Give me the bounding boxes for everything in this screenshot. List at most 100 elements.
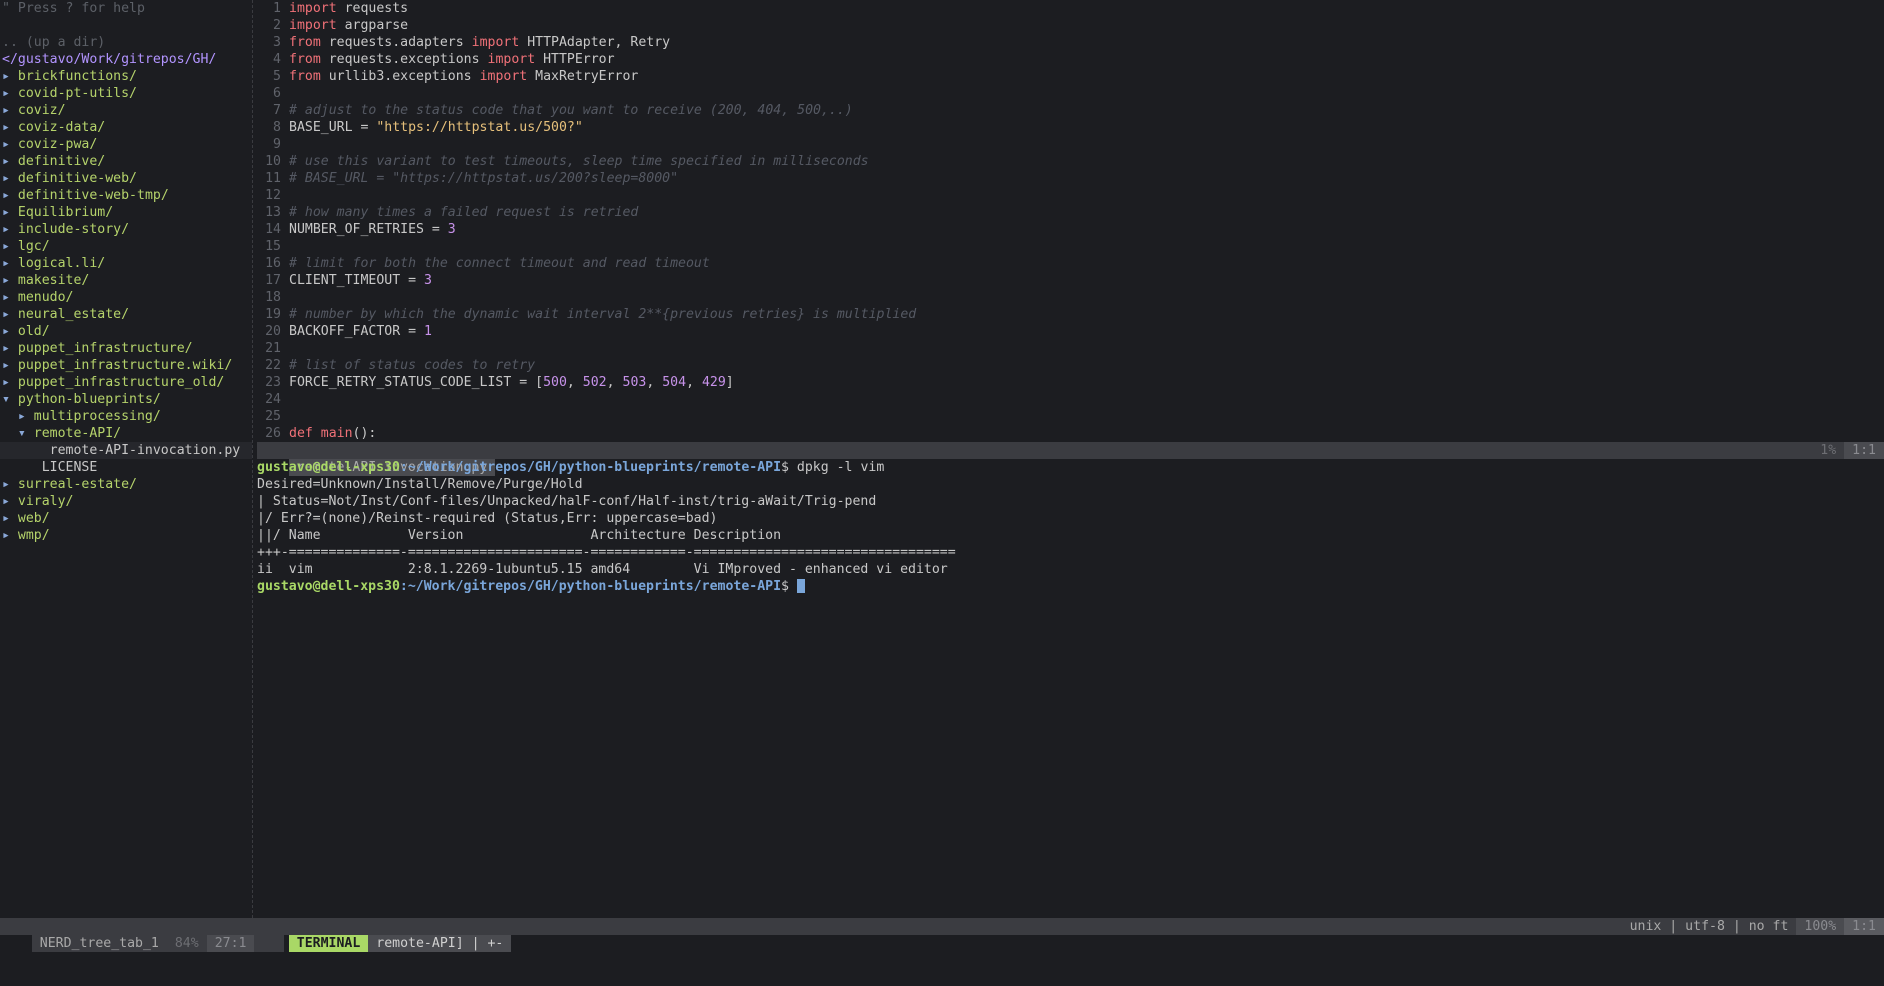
tree-item-label: remote-API-invocation.py bbox=[49, 443, 241, 458]
tree-folder-item[interactable]: ▸ wmp/ bbox=[0, 527, 252, 544]
terminal-buffer[interactable]: gustavo@dell-xps30:~/Work/gitrepos/GH/py… bbox=[257, 459, 1884, 918]
code-line[interactable]: 25 bbox=[257, 408, 1884, 425]
tree-folder-item[interactable]: ▸ puppet_infrastructure.wiki/ bbox=[0, 357, 252, 374]
code-line[interactable]: 3 from requests.adapters import HTTPAdapt… bbox=[257, 34, 1884, 51]
tree-folder-item[interactable]: ▸ puppet_infrastructure_old/ bbox=[0, 374, 252, 391]
tree-folder-item[interactable]: ▸ logical.li/ bbox=[0, 255, 252, 272]
tree-file-item[interactable]: remote-API-invocation.py bbox=[0, 442, 252, 459]
code-line[interactable]: 8 BASE_URL = "https://httpstat.us/500?" bbox=[257, 119, 1884, 136]
tree-folder-item[interactable]: ▸ surreal-estate/ bbox=[0, 476, 252, 493]
vim-window: " Press ? for help .. (up a dir) </gusta… bbox=[0, 0, 1884, 952]
code-line[interactable]: 19 # number by which the dynamic wait int… bbox=[257, 306, 1884, 323]
code-line[interactable]: 4 from requests.exceptions import HTTPErr… bbox=[257, 51, 1884, 68]
line-number: 22 bbox=[265, 358, 281, 373]
up-dir-link[interactable]: .. (up a dir) bbox=[0, 34, 252, 51]
tree-folder-item[interactable]: ▸ multiprocessing/ bbox=[0, 408, 252, 425]
tree-folder-item[interactable]: ▸ old/ bbox=[0, 323, 252, 340]
code-line[interactable]: 14 NUMBER_OF_RETRIES = 3 bbox=[257, 221, 1884, 238]
code-line[interactable]: 7 # adjust to the status code that you wa… bbox=[257, 102, 1884, 119]
editor-buffer[interactable]: 1 import requests 2 import argparse 3 from re… bbox=[257, 0, 1884, 442]
terminal-buffer-name: remote-API] | +- bbox=[368, 935, 512, 952]
line-number: 8 bbox=[273, 120, 281, 135]
line-number: 10 bbox=[265, 154, 281, 169]
code-token: urllib3.exceptions bbox=[320, 69, 480, 84]
tree-folder-item[interactable]: ▸ brickfunctions/ bbox=[0, 68, 252, 85]
code-line[interactable]: 23 FORCE_RETRY_STATUS_CODE_LIST = [500, 5… bbox=[257, 374, 1884, 391]
code-line[interactable]: 26 def main(): bbox=[257, 425, 1884, 442]
code-token: (): bbox=[352, 426, 377, 441]
tree-folder-item[interactable]: ▸ definitive-web-tmp/ bbox=[0, 187, 252, 204]
code-line[interactable]: 18 bbox=[257, 289, 1884, 306]
code-line[interactable]: 20 BACKOFF_FACTOR = 1 bbox=[257, 323, 1884, 340]
code-line[interactable]: 1 import requests bbox=[257, 0, 1884, 17]
tree-file-item[interactable]: LICENSE bbox=[0, 459, 252, 476]
bottom-status-right: unix | utf-8 | no ft 100% 1:1 bbox=[1622, 918, 1884, 935]
tree-folder-item[interactable]: ▸ coviz-data/ bbox=[0, 119, 252, 136]
tree-folder-item[interactable]: ▸ menudo/ bbox=[0, 289, 252, 306]
collapsed-arrow-icon: ▸ bbox=[2, 290, 10, 305]
tree-item-label: Equilibrium/ bbox=[17, 205, 114, 220]
tree-item-label: remote-API/ bbox=[33, 426, 122, 441]
vertical-split-divider[interactable] bbox=[252, 0, 254, 918]
code-token: 502 bbox=[582, 375, 607, 390]
code-line[interactable]: 22 # list of status codes to retry bbox=[257, 357, 1884, 374]
code-line[interactable]: 21 bbox=[257, 340, 1884, 357]
code-line[interactable]: 17 CLIENT_TIMEOUT = 3 bbox=[257, 272, 1884, 289]
tree-folder-item[interactable]: ▸ definitive/ bbox=[0, 153, 252, 170]
code-token: import bbox=[289, 18, 337, 33]
code-line[interactable]: 6 bbox=[257, 85, 1884, 102]
tree-item-label: covid-pt-utils/ bbox=[17, 86, 137, 101]
code-line[interactable]: 16 # limit for both the connect timeout a… bbox=[257, 255, 1884, 272]
line-number: 17 bbox=[265, 273, 281, 288]
tree-folder-item[interactable]: ▸ coviz-pwa/ bbox=[0, 136, 252, 153]
code-line[interactable]: 13 # how many times a failed request is r… bbox=[257, 204, 1884, 221]
code-token: import bbox=[289, 1, 337, 16]
tree-item-label: old/ bbox=[17, 324, 50, 339]
prompt-symbol: $ bbox=[781, 579, 797, 594]
code-token: MaxRetryError bbox=[527, 69, 639, 84]
code-line[interactable]: 11 # BASE_URL = "https://httpstat.us/200?… bbox=[257, 170, 1884, 187]
prompt-user: gustavo@dell-xps30 bbox=[257, 579, 400, 594]
code-token: 503 bbox=[622, 375, 647, 390]
code-line[interactable]: 10 # use this variant to test timeouts, s… bbox=[257, 153, 1884, 170]
tree-folder-item[interactable]: ▸ covid-pt-utils/ bbox=[0, 85, 252, 102]
terminal-active-prompt[interactable]: gustavo@dell-xps30:~/Work/gitrepos/GH/py… bbox=[257, 578, 1884, 595]
tree-folder-item[interactable]: ▸ Equilibrium/ bbox=[0, 204, 252, 221]
terminal-output-line: ii vim 2:8.1.2269-1ubuntu5.15 amd64 Vi I… bbox=[257, 562, 948, 577]
tree-folder-item[interactable]: ▸ web/ bbox=[0, 510, 252, 527]
code-line[interactable]: 2 import argparse bbox=[257, 17, 1884, 34]
code-line[interactable]: 9 bbox=[257, 136, 1884, 153]
collapsed-arrow-icon: ▸ bbox=[2, 409, 26, 424]
terminal-output-line: Desired=Unknown/Install/Remove/Purge/Hol… bbox=[257, 477, 583, 492]
tree-folder-item[interactable]: ▾ python-blueprints/ bbox=[0, 391, 252, 408]
tree-folder-item[interactable]: ▸ puppet_infrastructure/ bbox=[0, 340, 252, 357]
tree-item-label: include-story/ bbox=[17, 222, 130, 237]
code-token: 504 bbox=[662, 375, 687, 390]
tree-folder-item[interactable]: ▸ lgc/ bbox=[0, 238, 252, 255]
code-token: , bbox=[646, 375, 663, 390]
nerdtree-root[interactable]: </gustavo/Work/gitrepos/GH/ bbox=[0, 51, 252, 68]
prompt-path: :~/Work/gitrepos/GH/python-blueprints/re… bbox=[399, 579, 782, 594]
code-token: CLIENT_TIMEOUT = bbox=[289, 273, 424, 288]
tree-folder-item[interactable]: ▸ coviz/ bbox=[0, 102, 252, 119]
tree-item-label: web/ bbox=[17, 511, 50, 526]
tree-folder-item[interactable]: ▸ viraly/ bbox=[0, 493, 252, 510]
tree-folder-item[interactable]: ▸ include-story/ bbox=[0, 221, 252, 238]
tree-folder-item[interactable]: ▸ neural_estate/ bbox=[0, 306, 252, 323]
collapsed-arrow-icon: ▸ bbox=[2, 375, 10, 390]
collapsed-arrow-icon: ▸ bbox=[2, 273, 10, 288]
tree-folder-item[interactable]: ▸ definitive-web/ bbox=[0, 170, 252, 187]
code-line[interactable]: 24 bbox=[257, 391, 1884, 408]
line-number: 15 bbox=[265, 239, 281, 254]
tree-folder-item[interactable]: ▸ makesite/ bbox=[0, 272, 252, 289]
line-number: 18 bbox=[265, 290, 281, 305]
tree-folder-item[interactable]: ▾ remote-API/ bbox=[0, 425, 252, 442]
code-line[interactable]: 5 from urllib3.exceptions import MaxRetry… bbox=[257, 68, 1884, 85]
code-token: 3 bbox=[447, 222, 456, 237]
code-token: "https://httpstat.us/500?" bbox=[376, 120, 583, 135]
code-token: # use this variant to test timeouts, sle… bbox=[289, 154, 869, 169]
tree-item-label: coviz-pwa/ bbox=[17, 137, 98, 152]
code-line[interactable]: 15 bbox=[257, 238, 1884, 255]
code-line[interactable]: 12 bbox=[257, 187, 1884, 204]
